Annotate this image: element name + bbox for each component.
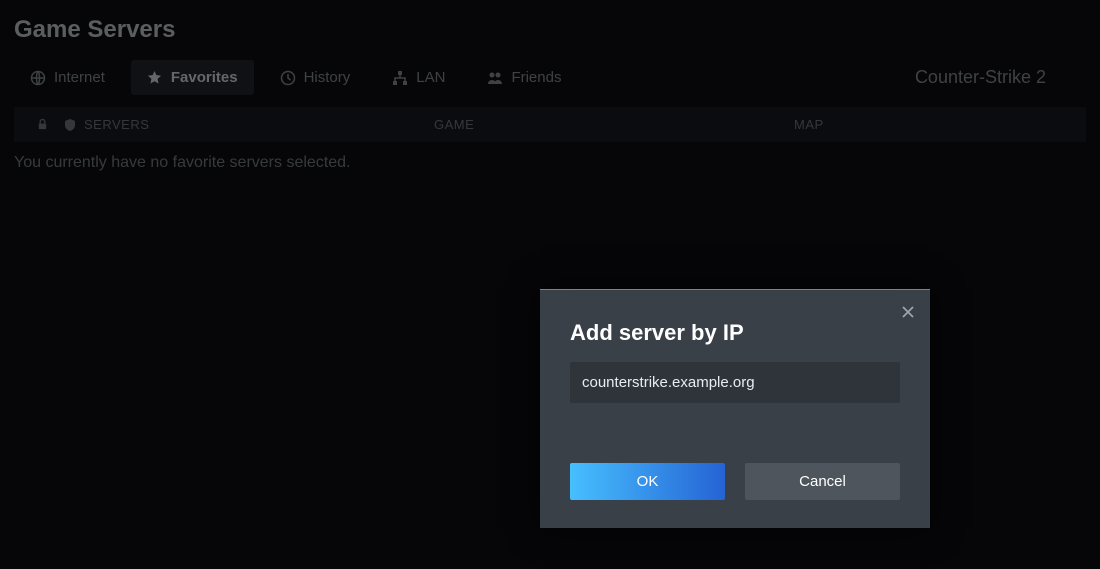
table-header: SERVERS GAME MAP [14,107,1086,142]
tab-label: LAN [416,69,445,86]
shield-icon [56,118,84,132]
column-game[interactable]: GAME [434,117,794,132]
column-servers[interactable]: SERVERS [84,117,434,132]
ok-button[interactable]: OK [570,463,725,500]
close-icon[interactable] [898,302,918,322]
tab-label: Favorites [171,69,238,86]
tab-internet[interactable]: Internet [14,60,121,95]
star-icon [147,70,163,86]
lock-icon [28,118,56,131]
lan-icon [392,70,408,86]
globe-icon [30,70,46,86]
add-server-dialog: Add server by IP OK Cancel [540,289,930,528]
tabs-row: Internet Favorites History LAN [0,52,1100,107]
tab-label: Internet [54,69,105,86]
tab-lan[interactable]: LAN [376,60,461,95]
tab-history[interactable]: History [264,60,367,95]
column-map[interactable]: MAP [794,117,1072,132]
tab-favorites[interactable]: Favorites [131,60,254,95]
dialog-buttons: OK Cancel [540,403,930,500]
dialog-title: Add server by IP [540,290,930,362]
server-ip-input[interactable] [570,362,900,403]
cancel-button[interactable]: Cancel [745,463,900,500]
tab-friends[interactable]: Friends [471,60,577,95]
empty-favorites-message: You currently have no favorite servers s… [0,142,1100,184]
friends-icon [487,70,503,86]
tab-label: History [304,69,351,86]
page-title: Game Servers [0,0,1100,52]
clock-icon [280,70,296,86]
tab-label: Friends [511,69,561,86]
game-selector[interactable]: Counter-Strike 2 [915,67,1086,88]
